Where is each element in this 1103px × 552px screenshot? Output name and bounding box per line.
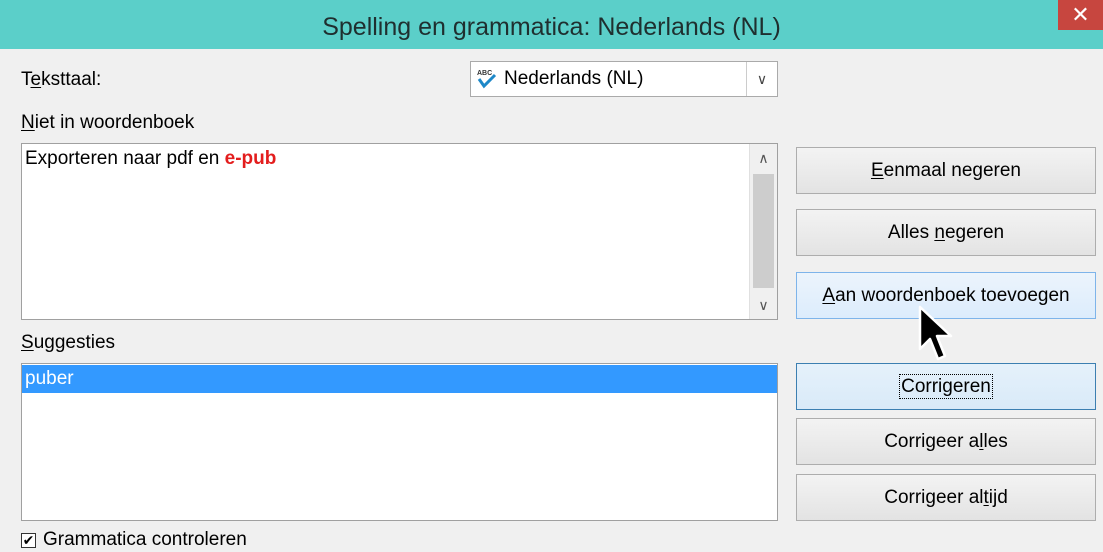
language-value: Nederlands (NL) xyxy=(504,68,644,89)
language-label: Teksttaal: xyxy=(21,69,102,90)
svg-text:ABC: ABC xyxy=(477,70,492,77)
list-item[interactable]: puber xyxy=(22,365,777,393)
sentence-textbox[interactable]: Exporteren naar pdf en e-pub ∧ ∨ xyxy=(21,143,778,320)
close-button[interactable]: ✕ xyxy=(1058,0,1103,30)
title-bar: Spelling en grammatica: Nederlands (NL) … xyxy=(0,0,1103,49)
grammar-checkbox[interactable]: ✔ xyxy=(21,533,36,548)
ignore-once-button[interactable]: Eenmaal negeren xyxy=(796,147,1096,194)
suggestions-label: Suggesties xyxy=(21,332,116,353)
scroll-up-icon[interactable]: ∧ xyxy=(750,144,777,172)
vertical-scrollbar[interactable]: ∧ ∨ xyxy=(749,144,777,319)
chevron-down-icon[interactable]: ∨ xyxy=(746,62,777,96)
correct-always-button[interactable]: Corrigeer altijd xyxy=(796,474,1096,521)
mouse-pointer-icon xyxy=(918,305,953,361)
spellcheck-icon: ABC xyxy=(477,70,497,89)
suggestions-list[interactable]: puber xyxy=(21,363,778,521)
ignore-all-button[interactable]: Alles negeren xyxy=(796,209,1096,256)
grammar-check-label: Grammatica controleren xyxy=(43,529,247,550)
correct-button[interactable]: Corrigeren xyxy=(796,363,1096,410)
not-in-dictionary-label: Niet in woordenboek xyxy=(21,112,195,133)
scroll-down-icon[interactable]: ∨ xyxy=(750,291,777,319)
correct-all-button[interactable]: Corrigeer alles xyxy=(796,418,1096,465)
sentence-text: Exporteren naar pdf en e-pub xyxy=(25,148,277,169)
language-select[interactable]: ABC Nederlands (NL) ∨ xyxy=(470,61,778,97)
close-icon: ✕ xyxy=(1071,2,1090,27)
scroll-thumb[interactable] xyxy=(753,174,774,288)
misspelled-word: e-pub xyxy=(224,148,277,169)
window-title: Spelling en grammatica: Nederlands (NL) xyxy=(322,13,781,41)
